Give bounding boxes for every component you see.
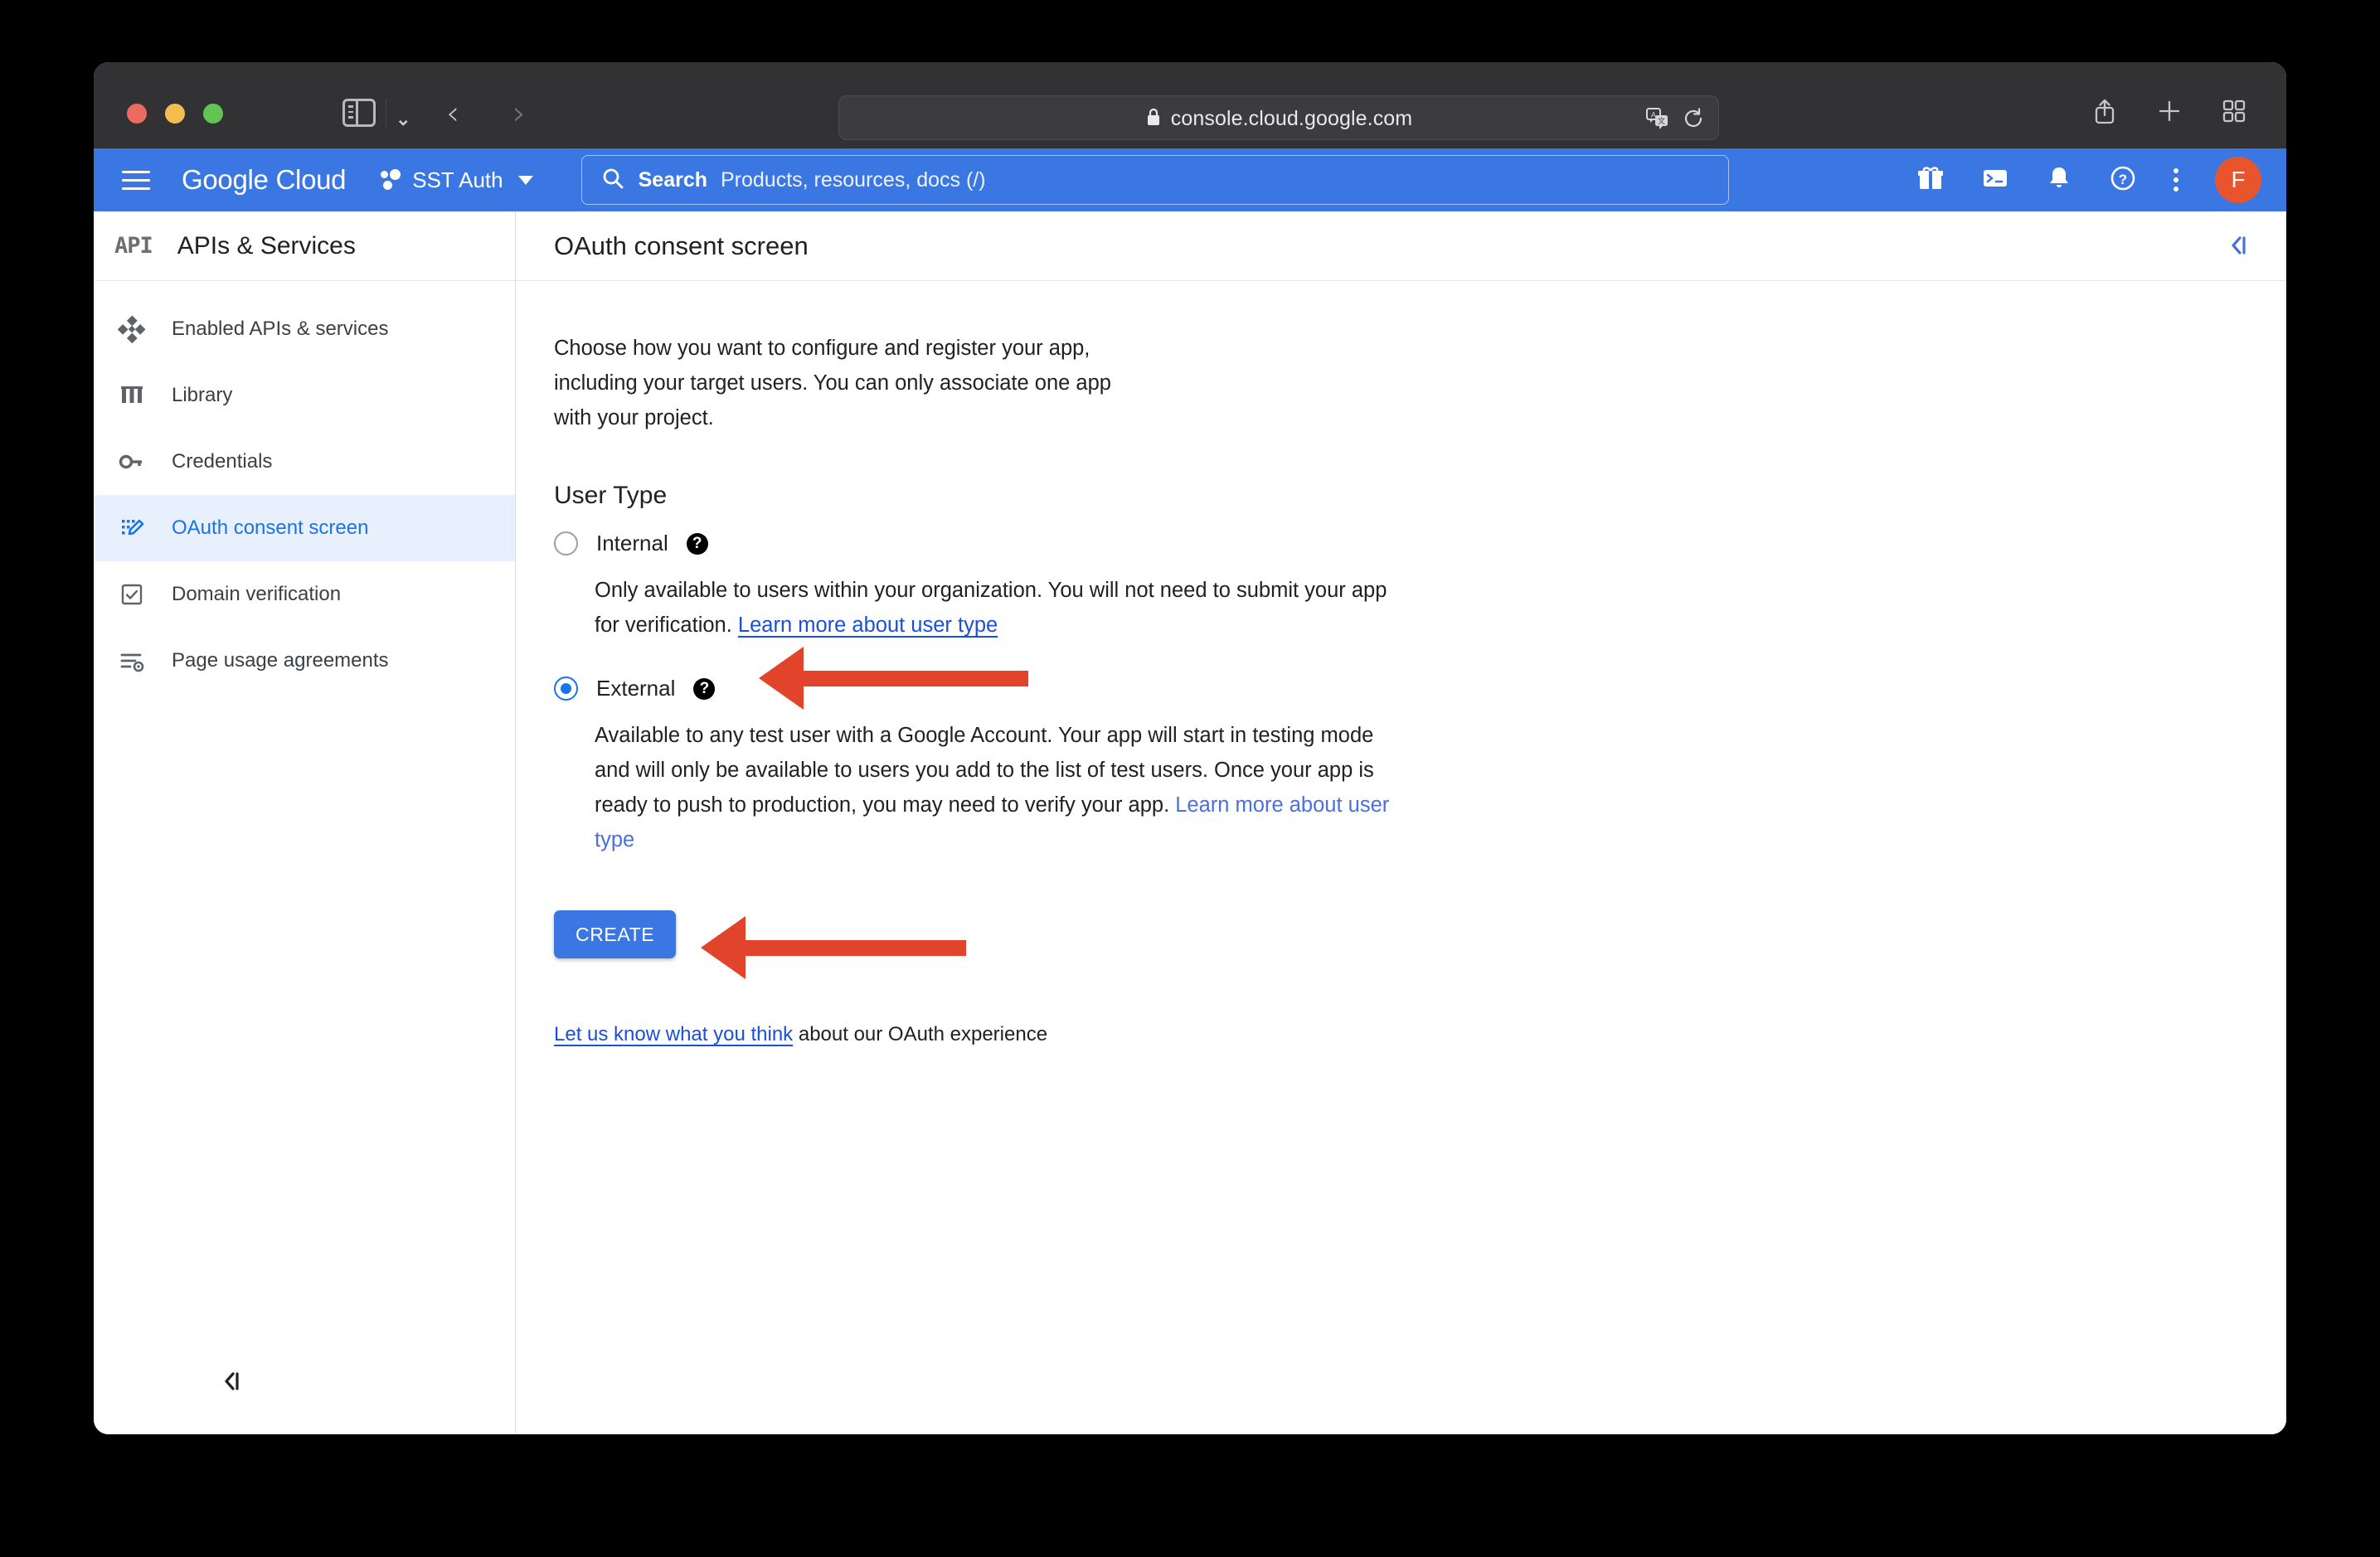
minimize-window-button[interactable] xyxy=(165,104,185,124)
maximize-window-button[interactable] xyxy=(203,104,223,124)
sidebar-list: Enabled APIs & services Library Credenti… xyxy=(94,281,515,694)
checkbox-icon xyxy=(117,580,147,609)
hamburger-icon[interactable] xyxy=(122,170,150,190)
gift-icon[interactable] xyxy=(1916,164,1945,196)
create-button[interactable]: CREATE xyxy=(554,910,677,958)
help-circle-icon[interactable]: ? xyxy=(686,532,708,555)
feedback-rest-text: about our OAuth experience xyxy=(793,1023,1048,1045)
share-icon[interactable] xyxy=(2092,97,2117,129)
search-placeholder: Products, resources, docs (/) xyxy=(721,167,986,192)
avatar[interactable]: F xyxy=(2215,157,2261,203)
arrow-pointing-create-button xyxy=(701,916,966,979)
library-icon xyxy=(117,381,147,410)
sidebar-item-credentials[interactable]: Credentials xyxy=(94,429,515,495)
url-text: console.cloud.google.com xyxy=(1170,106,1413,130)
api-icon: API xyxy=(114,233,153,259)
user-type-heading: User Type xyxy=(554,482,668,509)
help-circle-icon[interactable]: ? xyxy=(693,677,716,700)
sidebar: API APIs & Services Enabled APIs & servi… xyxy=(94,211,516,1434)
url-text-wrap: console.cloud.google.com xyxy=(1145,105,1412,131)
chevron-down-icon xyxy=(517,175,533,185)
page-usage-icon xyxy=(117,646,147,676)
google-cloud-logo[interactable]: Google Cloud xyxy=(182,164,347,196)
radio-button-external[interactable] xyxy=(554,677,578,701)
dashboard-diamond-icon xyxy=(117,314,147,344)
cloud-shell-icon[interactable] xyxy=(1981,164,2009,196)
arrow-pointing-external-radio xyxy=(759,647,1028,710)
feedback-link[interactable]: Let us know what you think xyxy=(554,1023,793,1045)
learn-more-link-internal[interactable]: Learn more about user type xyxy=(738,614,998,637)
content-header: OAuth consent screen xyxy=(516,211,2286,281)
sidebar-item-oauth-consent-screen[interactable]: OAuth consent screen xyxy=(94,495,515,561)
sidebar-item-domain-verification[interactable]: Domain verification xyxy=(94,561,515,628)
page-body: API APIs & Services Enabled APIs & servi… xyxy=(94,211,2286,1434)
sidebar-item-library[interactable]: Library xyxy=(94,362,515,429)
svg-text:文: 文 xyxy=(1658,116,1665,126)
chevron-down-icon[interactable]: ⌄ xyxy=(396,109,410,130)
oauth-consent-icon xyxy=(117,513,147,543)
arrow-head xyxy=(701,916,746,979)
new-tab-icon[interactable] xyxy=(2157,99,2182,128)
radio-label-external: External xyxy=(596,676,676,701)
search-icon xyxy=(600,166,625,195)
svg-text:?: ? xyxy=(2119,172,2127,187)
sidebar-item-label: Page usage agreements xyxy=(172,649,389,672)
google-cloud-header: Google Cloud SST Auth Search Products, r… xyxy=(94,148,2286,211)
arrow-shaft xyxy=(803,671,1028,686)
sidebar-item-label: Domain verification xyxy=(172,583,342,605)
lock-icon xyxy=(1145,107,1162,133)
forward-button[interactable]: › xyxy=(512,97,526,130)
collapse-sidebar-icon[interactable] xyxy=(220,1369,250,1398)
sidebar-toggle-icon[interactable] xyxy=(342,99,376,127)
close-window-button[interactable] xyxy=(127,104,147,124)
sidebar-item-page-usage-agreements[interactable]: Page usage agreements xyxy=(94,628,515,694)
sidebar-item-label: Enabled APIs & services xyxy=(172,318,389,340)
window-traffic-lights xyxy=(127,104,223,124)
help-icon[interactable]: ? xyxy=(2109,164,2137,196)
project-name: SST Auth xyxy=(412,167,503,192)
radio-description-external: Available to any test user with a Google… xyxy=(595,718,1407,857)
reload-icon[interactable] xyxy=(1682,107,1705,134)
brand-google: Google xyxy=(182,164,269,195)
content-area: OAuth consent screen Choose how you want… xyxy=(516,211,2286,1434)
sidebar-title: APIs & Services xyxy=(177,231,356,260)
address-bar[interactable]: console.cloud.google.com A 文 xyxy=(838,95,1719,140)
header-actions: ? F xyxy=(1916,157,2261,203)
sidebar-header: API APIs & Services xyxy=(94,211,515,281)
back-button[interactable]: ‹ xyxy=(446,97,459,130)
translate-icon[interactable]: A 文 xyxy=(1645,106,1670,135)
brand-cloud: Cloud xyxy=(275,164,347,195)
radio-button-internal[interactable] xyxy=(554,531,578,555)
tab-overview-icon[interactable] xyxy=(2222,99,2246,128)
chrome-right-actions xyxy=(2092,97,2246,129)
key-icon xyxy=(117,447,147,477)
search-label: Search xyxy=(638,167,707,192)
arrow-head xyxy=(759,647,804,710)
page-description: Choose how you want to configure and reg… xyxy=(554,337,1111,429)
sidebar-item-label: Library xyxy=(172,384,233,406)
radio-label-internal: Internal xyxy=(596,531,668,555)
project-selector[interactable]: SST Auth xyxy=(381,167,533,193)
page-title: OAuth consent screen xyxy=(554,230,809,260)
browser-chrome: ⌄ ‹ › console.cloud.google.com A 文 xyxy=(94,62,2286,148)
sidebar-item-label: OAuth consent screen xyxy=(172,517,369,539)
more-vert-icon[interactable] xyxy=(2174,168,2178,192)
arrow-shaft xyxy=(745,940,966,956)
notifications-bell-icon[interactable] xyxy=(2046,164,2072,196)
collapse-panel-icon[interactable] xyxy=(2227,233,2256,262)
radio-option-internal[interactable]: Internal ? xyxy=(554,531,1428,556)
sidebar-item-enabled-apis[interactable]: Enabled APIs & services xyxy=(94,296,515,362)
desktop-background: ⌄ ‹ › console.cloud.google.com A 文 Googl… xyxy=(0,0,2380,1557)
feedback-line: Let us know what you think about our OAu… xyxy=(554,1023,1428,1046)
radio-description-internal: Only available to users within your orga… xyxy=(595,573,1407,643)
project-dots-icon xyxy=(381,169,402,191)
address-bar-actions: A 文 xyxy=(1645,106,1705,135)
sidebar-item-label: Credentials xyxy=(172,450,273,473)
search-input[interactable]: Search Products, resources, docs (/) xyxy=(580,155,1729,205)
browser-window: ⌄ ‹ › console.cloud.google.com A 文 Googl… xyxy=(94,62,2286,1434)
